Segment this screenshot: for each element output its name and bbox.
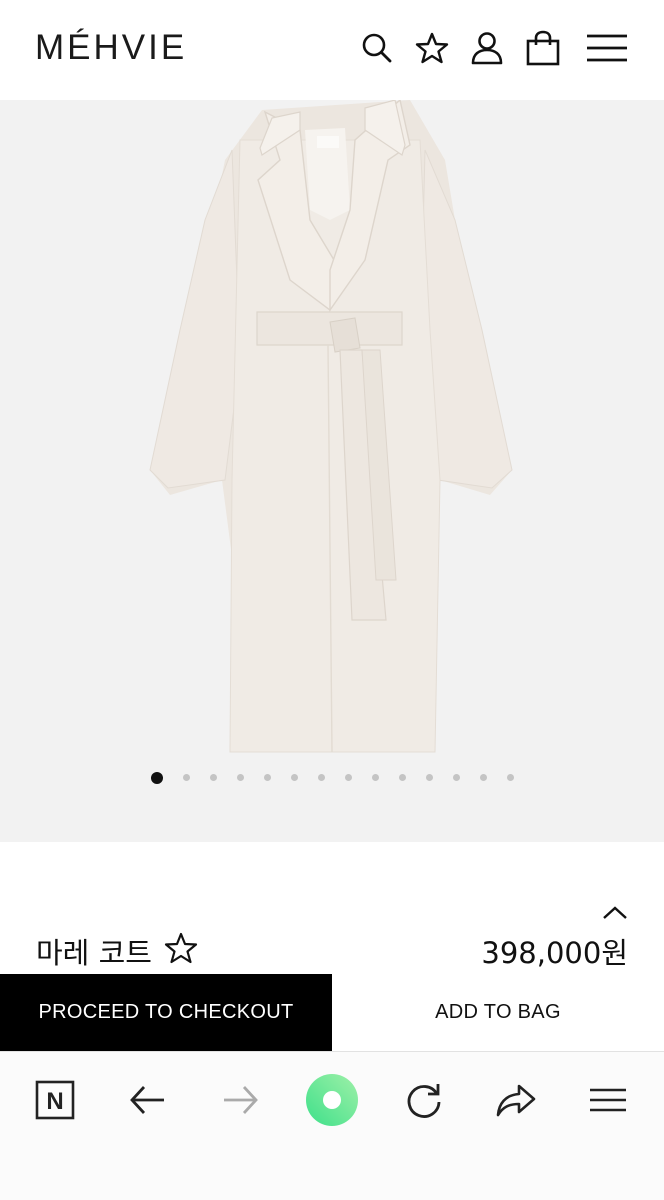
favorite-star-icon[interactable]: [163, 930, 199, 966]
shopping-bag-icon[interactable]: [523, 28, 563, 68]
pagination-dot[interactable]: [317, 774, 325, 781]
pagination-dot[interactable]: [371, 774, 379, 781]
chevron-up-icon[interactable]: [600, 900, 630, 924]
add-to-bag-button[interactable]: ADD TO BAG: [332, 974, 664, 1051]
pagination-dot[interactable]: [209, 774, 217, 781]
pagination-dot[interactable]: [236, 774, 244, 781]
pagination-dot[interactable]: [182, 774, 190, 781]
coat-product-image: [149, 100, 513, 753]
user-icon[interactable]: [467, 28, 507, 68]
green-dot-icon[interactable]: [304, 1072, 360, 1128]
share-icon[interactable]: [488, 1072, 544, 1128]
wishlist-star-icon[interactable]: [412, 28, 452, 68]
pagination-dot[interactable]: [398, 774, 406, 781]
pagination-dot[interactable]: [344, 774, 352, 781]
reload-icon[interactable]: [396, 1072, 452, 1128]
product-info: 마레 코트 398,000원: [0, 842, 664, 974]
pagination-dot[interactable]: [290, 774, 298, 781]
n-home-letter: N: [46, 1088, 63, 1115]
browser-menu-icon[interactable]: [580, 1072, 636, 1128]
pagination-dot[interactable]: [506, 774, 514, 781]
brand-logo[interactable]: MÉHVIE: [35, 28, 187, 68]
pagination-dot-active[interactable]: [150, 772, 163, 784]
hamburger-menu-icon[interactable]: [584, 28, 630, 68]
proceed-to-checkout-button[interactable]: PROCEED TO CHECKOUT: [0, 974, 332, 1051]
forward-arrow-icon[interactable]: [212, 1072, 268, 1128]
search-icon[interactable]: [357, 28, 397, 68]
pagination-dot[interactable]: [425, 774, 433, 781]
back-arrow-icon[interactable]: [120, 1072, 176, 1128]
n-home-icon[interactable]: N: [27, 1072, 83, 1128]
browser-toolbar: N: [0, 1051, 664, 1200]
pagination-dot[interactable]: [263, 774, 271, 781]
product-image-gallery[interactable]: [0, 100, 664, 842]
gallery-pagination[interactable]: [0, 772, 664, 784]
product-name: 마레 코트: [36, 936, 152, 970]
product-price: 398,000원: [481, 936, 628, 970]
pagination-dot[interactable]: [479, 774, 487, 781]
site-header: MÉHVIE: [0, 0, 664, 100]
pagination-dot[interactable]: [452, 774, 460, 781]
